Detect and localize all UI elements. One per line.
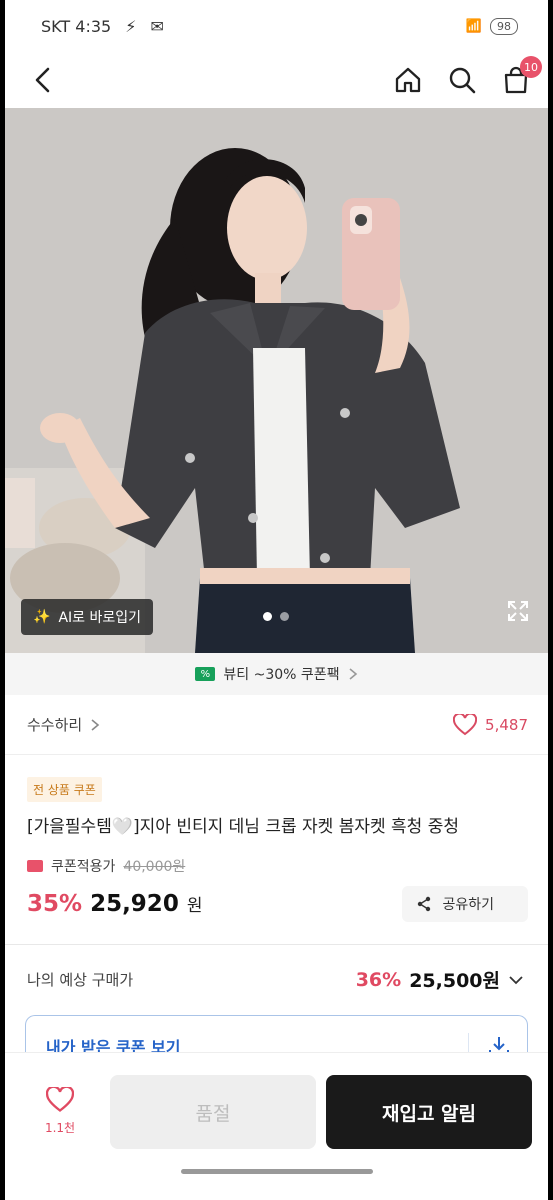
discount-rate: 35%: [27, 890, 83, 917]
cart-button[interactable]: 10: [500, 56, 542, 96]
app-header: 10: [5, 52, 548, 108]
carrier-time: SKT 4:35: [41, 16, 112, 36]
share-label: 공유하기: [442, 896, 494, 913]
price-group: 35% 25,920 원: [27, 891, 202, 917]
coupon-tag-icon: %: [195, 667, 216, 681]
carousel-dots: [263, 612, 289, 621]
estimated-price: 25,500원: [409, 970, 500, 993]
coupon-pack-banner[interactable]: % 뷰티 ~30% 쿠폰팩: [5, 653, 548, 695]
ai-try-on-label: AI로 바로입기: [58, 610, 141, 626]
home-indicator[interactable]: [181, 1169, 373, 1174]
chevron-right-icon: [349, 668, 357, 680]
coupon-price-line: 쿠폰적용가 40,000원: [27, 856, 526, 876]
product-photo: [5, 108, 548, 653]
heart-icon: [46, 1087, 74, 1112]
sparkle-icon: ✨: [33, 609, 51, 625]
like-count: 5,487: [485, 715, 528, 734]
price-row: 35% 25,920 원 공유하기: [27, 885, 528, 922]
wishlist-count: 1.1천: [44, 1121, 76, 1135]
battery-icon: 98: [490, 17, 518, 35]
cart-count-badge: 10: [520, 56, 542, 78]
bottom-action-bar: 1.1천 품절 재입고 알림: [5, 1052, 548, 1200]
original-price: 40,000원: [123, 858, 186, 875]
estimated-price-group: 36% 25,500원: [356, 966, 524, 993]
carousel-dot[interactable]: [280, 612, 289, 621]
share-button[interactable]: 공유하기: [402, 885, 528, 922]
share-icon: [418, 896, 431, 911]
product-info: 전 상품 쿠폰 [가을필수템🤍]지아 빈티지 데님 크롭 자켓 봄자켓 흑청 중…: [5, 755, 548, 922]
store-link[interactable]: 수수하리: [27, 714, 100, 735]
chevron-down-icon: [509, 976, 523, 985]
like-button[interactable]: 5,487: [453, 713, 528, 736]
header-actions: 10: [392, 56, 542, 96]
product-screen: SKT 4:35 ⚡ ✉ 📶 98 10 ✨ AI로 바로입기 % 뷰티 ~30…: [5, 0, 548, 1200]
store-name: 수수하리: [27, 716, 83, 734]
home-icon: [395, 67, 421, 93]
estimated-price-label: 나의 예상 구매가: [27, 971, 134, 990]
wishlist-button[interactable]: 1.1천: [41, 1087, 79, 1136]
message-icon: ✉: [150, 16, 164, 36]
home-button[interactable]: [392, 64, 424, 96]
chevron-right-icon: [91, 718, 100, 731]
coupon-price-label: 쿠폰적용가: [51, 858, 116, 875]
ai-try-on-button[interactable]: ✨ AI로 바로입기: [21, 599, 153, 635]
sale-badge: 전 상품 쿠폰: [27, 777, 102, 802]
status-bar: SKT 4:35 ⚡ ✉ 📶 98: [5, 0, 548, 52]
heart-icon: [453, 713, 478, 735]
status-left: SKT 4:35 ⚡ ✉: [41, 17, 164, 36]
estimated-price-row[interactable]: 나의 예상 구매가 36% 25,500원: [5, 945, 548, 1015]
sale-price: 25,920: [90, 890, 179, 917]
estimated-discount: 36%: [355, 968, 402, 991]
fullscreen-button[interactable]: [506, 599, 530, 627]
restock-alert-button[interactable]: 재입고 알림: [326, 1075, 532, 1149]
back-button[interactable]: [27, 64, 59, 96]
search-button[interactable]: [446, 64, 478, 96]
chevron-left-icon: [35, 67, 50, 93]
coupon-icon: [27, 859, 43, 872]
carousel-dot[interactable]: [263, 612, 272, 621]
notification-icon: ⚡: [125, 16, 137, 36]
coupon-pack-label: 뷰티 ~30% 쿠폰팩: [223, 667, 340, 683]
wifi-icon: 📶: [465, 18, 482, 34]
expand-icon: [508, 601, 528, 621]
product-image[interactable]: ✨ AI로 바로입기: [5, 108, 548, 653]
currency-unit: 원: [186, 895, 203, 916]
store-row: 수수하리 5,487: [5, 695, 548, 755]
product-title: [가을필수템🤍]지아 빈티지 데님 크롭 자켓 봄자켓 흑청 중청: [27, 817, 459, 837]
sold-out-button: 품절: [110, 1075, 316, 1149]
search-icon: [449, 67, 476, 94]
status-right: 📶 98: [465, 17, 518, 35]
